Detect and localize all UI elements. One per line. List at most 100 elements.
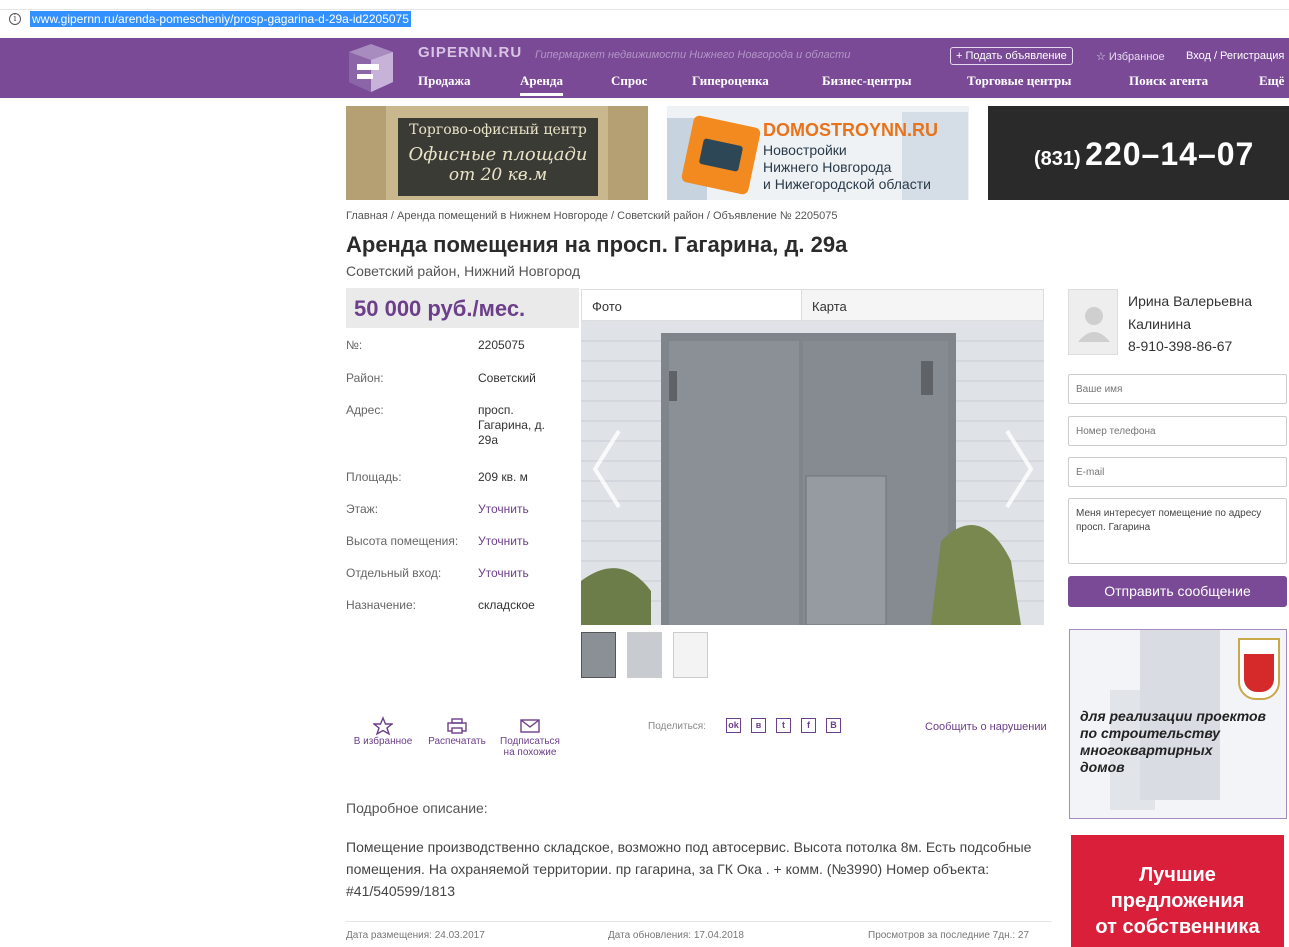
domostroy-banner[interactable]: DOMOSTROYNN.RU Новостройки Нижнего Новго… [667, 106, 969, 200]
thumbnail-1[interactable] [581, 632, 616, 678]
page-subtitle: Советский район, Нижний Новгород [346, 263, 581, 279]
agent-name-last[interactable]: Калинина [1128, 316, 1191, 332]
detail-value: просп. Гагарина, д. 29а [478, 403, 545, 447]
nav-item-find-agent[interactable]: Поиск агента [1129, 73, 1208, 89]
tab-photo[interactable]: Фото [581, 289, 802, 321]
office-banner-sign: Торгово-офисный центр Офисные площади от… [398, 118, 598, 196]
construction-projects-ad[interactable]: для реализации проектов по строительству… [1069, 629, 1287, 819]
nav-item-shopping-centers[interactable]: Торговые центры [967, 73, 1071, 89]
detail-value: складское [478, 598, 535, 612]
views-count: Просмотров за последние 7дн.: 27 [868, 930, 1030, 941]
banner-phone-code: (831) [1034, 148, 1081, 170]
favorite-label: В избранное [353, 736, 413, 747]
nav-item-sale[interactable]: Продажа [418, 73, 470, 89]
office-banner-line2: Офисные площади [408, 144, 588, 165]
detail-row: №: 2205075 [346, 338, 579, 352]
brand-tagline: Гипермаркет недвижимости Нижнего Новгоро… [535, 49, 851, 61]
ok-icon[interactable]: ok [726, 718, 741, 733]
phone-banner[interactable]: (831) 220–14–07 [988, 106, 1289, 200]
thumbnail-3[interactable] [673, 632, 708, 678]
detail-label: Район: [346, 371, 384, 385]
owner-offers-ad[interactable]: Лучшие предложения от собственника [1071, 835, 1284, 947]
detail-row: Назначение: складское [346, 598, 579, 612]
printer-icon [447, 718, 467, 734]
banner-phone-number: 220–14–07 [1085, 136, 1255, 172]
star-icon [373, 716, 393, 736]
detail-row: Адрес: просп. Гагарина, д. 29а [346, 403, 579, 447]
breadcrumb[interactable]: Главная / Аренда помещений в Нижнем Новг… [346, 210, 838, 222]
nav-item-demand[interactable]: Спрос [611, 73, 647, 89]
gallery-tabs: Фото Карта [581, 289, 1044, 321]
page-title: Аренда помещения на просп. Гагарина, д. … [346, 232, 848, 257]
nav-item-more[interactable]: Ещё [1259, 73, 1284, 89]
nav-item-business-centers[interactable]: Бизнес-центры [822, 73, 912, 89]
facebook-icon[interactable]: f [801, 718, 816, 733]
ad2-line: Лучшие [1139, 864, 1216, 886]
login-register-link[interactable]: Вход / Регистрация [1186, 50, 1284, 62]
user-icon [1078, 307, 1110, 342]
clarify-link[interactable]: Уточнить [478, 566, 578, 581]
detail-row: Район: Советский [346, 371, 579, 385]
ad1-text: для реализации проектов по строительству… [1080, 708, 1266, 776]
thumbnail-2[interactable] [627, 632, 662, 678]
listing-price: 50 000 руб./мес. [346, 288, 579, 328]
detail-label: Высота помещения: [346, 534, 459, 548]
subscribe-label-2: на похожие [503, 747, 557, 758]
listing-actions: В избранное Распечатать Подписаться на п… [346, 716, 1047, 766]
domostroy-line1: Новостройки [763, 142, 847, 158]
subscribe-similar-button[interactable]: Подписаться на похожие [494, 716, 566, 758]
print-button[interactable]: Распечатать [422, 716, 492, 747]
favorites-link[interactable]: ☆ Избранное [1096, 50, 1165, 63]
phone-input[interactable] [1068, 416, 1287, 446]
domostroy-title: DOMOSTROYNN.RU [763, 120, 938, 140]
office-banner-line1: Торгово-офисный центр [409, 122, 587, 138]
report-violation-link[interactable]: Сообщить о нарушении [925, 721, 1047, 733]
browser-top-strip [0, 0, 1289, 10]
agent-phone[interactable]: 8-910-398-86-67 [1128, 338, 1232, 354]
brand-name[interactable]: GIPERNN.RU [418, 44, 522, 61]
description-heading: Подробное описание: [346, 800, 488, 816]
agent-name-first[interactable]: Ирина Валерьевна [1128, 293, 1252, 309]
detail-label: Адрес: [346, 403, 384, 417]
domostroy-line3: и Нижегородской области [763, 176, 931, 192]
detail-label: Площадь: [346, 470, 402, 484]
site-info-icon[interactable]: i [9, 13, 21, 25]
add-to-favorites-button[interactable]: В избранное [348, 716, 418, 747]
detail-row: Отдельный вход: Уточнить [346, 566, 579, 580]
send-message-button[interactable]: Отправить сообщение [1068, 576, 1287, 607]
agent-avatar[interactable] [1068, 289, 1118, 355]
nav-item-appraisal[interactable]: Гипероценка [692, 73, 769, 89]
office-banner-line3: от 20 кв.м [448, 165, 548, 185]
site-header: GIPERNN.RU Гипермаркет недвижимости Нижн… [0, 38, 1289, 98]
ad2-line: предложения [1110, 890, 1245, 912]
name-input[interactable] [1068, 374, 1287, 404]
browser-address-bar[interactable]: i www.gipernn.ru/arenda-pomescheniy/pros… [0, 0, 1289, 38]
main-photo[interactable] [581, 321, 1044, 625]
clarify-link[interactable]: Уточнить [478, 534, 578, 549]
office-center-banner[interactable]: Торгово-офисный центр Офисные площади от… [346, 106, 648, 200]
detail-value: Советский [478, 371, 536, 385]
detail-label: №: [346, 338, 363, 352]
email-input[interactable] [1068, 457, 1287, 487]
print-label: Распечатать [428, 736, 486, 747]
divider [346, 921, 1052, 922]
detail-label: Отдельный вход: [346, 566, 442, 580]
url-text[interactable]: www.gipernn.ru/arenda-pomescheniy/prosp-… [30, 11, 411, 27]
nav-item-rent[interactable]: Аренда [520, 73, 563, 96]
b-icon[interactable]: B [826, 718, 841, 733]
ad1-line: по строительству [1080, 725, 1221, 741]
tab-map[interactable]: Карта [801, 289, 1044, 321]
detail-value: 209 кв. м [478, 470, 528, 484]
twitter-icon[interactable]: t [776, 718, 791, 733]
detail-label: Назначение: [346, 598, 417, 612]
vk-icon[interactable]: в [751, 718, 766, 733]
detail-row: Площадь: 209 кв. м [346, 470, 579, 484]
post-ad-button[interactable]: + Подать объявление [950, 47, 1073, 65]
detail-label: Этаж: [346, 502, 379, 516]
banner-phone: (831) 220–14–07 [1034, 136, 1254, 173]
message-textarea[interactable]: Меня интересует помещение по адресу прос… [1068, 498, 1287, 564]
share-label: Поделиться: [648, 721, 706, 732]
coat-of-arms-icon [1238, 638, 1280, 700]
clarify-link[interactable]: Уточнить [478, 502, 578, 517]
posted-date: Дата размещения: 24.03.2017 [346, 930, 485, 941]
